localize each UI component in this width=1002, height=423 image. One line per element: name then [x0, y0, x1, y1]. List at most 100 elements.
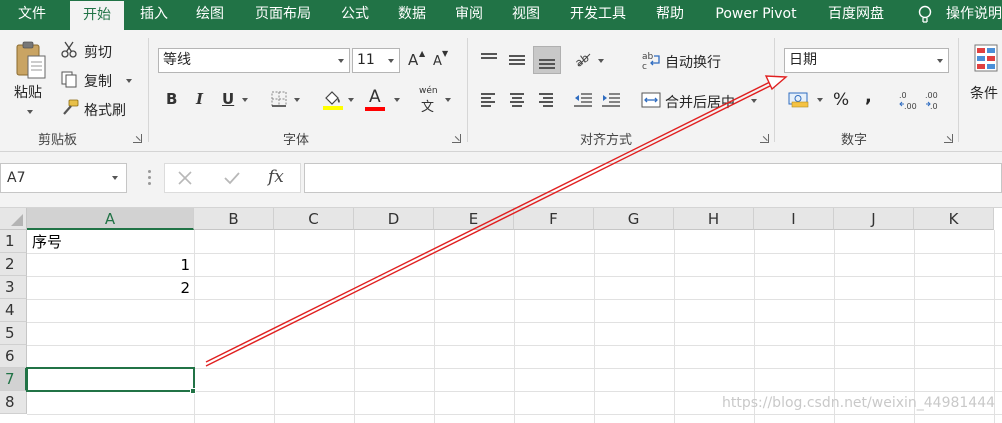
increase-font-size-button[interactable]: A — [408, 51, 418, 69]
row-header-5[interactable]: 5 — [0, 322, 27, 345]
paste-button[interactable]: 粘贴 — [14, 82, 42, 102]
formula-bar-grip[interactable] — [148, 170, 151, 186]
underline-dropdown-icon[interactable] — [242, 98, 248, 102]
align-middle-icon[interactable] — [509, 52, 525, 66]
column-header-g[interactable]: G — [594, 208, 674, 230]
tab-draw[interactable]: 绘图 — [186, 0, 234, 30]
row-header-7[interactable]: 7 — [0, 368, 27, 391]
column-header-b[interactable]: B — [194, 208, 274, 230]
tell-me-search[interactable]: 操作说明 — [946, 0, 1002, 30]
accounting-format-icon[interactable] — [788, 90, 810, 108]
select-all-button[interactable] — [0, 208, 27, 230]
decrease-decimal-icon[interactable]: .00 .0 — [924, 88, 946, 112]
cell-a3[interactable]: 2 — [30, 277, 190, 300]
row-header-4[interactable]: 4 — [0, 299, 27, 322]
align-left-icon[interactable] — [481, 93, 497, 107]
conditional-formatting-icon[interactable] — [974, 44, 998, 74]
font-color-dropdown-icon[interactable] — [394, 98, 400, 102]
tab-help[interactable]: 帮助 — [646, 0, 694, 30]
tab-view[interactable]: 视图 — [502, 0, 550, 30]
column-header-d[interactable]: D — [354, 208, 434, 230]
font-size-combo[interactable]: 11 — [352, 48, 400, 73]
font-color-button[interactable]: A — [369, 87, 381, 107]
align-top-icon[interactable] — [481, 52, 497, 66]
conditional-formatting-button[interactable]: 条件 — [970, 83, 998, 103]
tab-review[interactable]: 审阅 — [445, 0, 493, 30]
column-header-a[interactable]: A — [27, 208, 194, 230]
fill-handle[interactable] — [190, 388, 196, 394]
tab-file[interactable]: 文件 — [6, 0, 58, 30]
accounting-dropdown-icon[interactable] — [817, 98, 823, 102]
phonetic-guide-button[interactable]: 文 — [421, 96, 434, 115]
tab-formulas[interactable]: 公式 — [331, 0, 379, 30]
wrap-text-button[interactable]: 自动换行 — [665, 52, 721, 72]
increase-decimal-icon[interactable]: .0 .00 — [898, 88, 920, 112]
column-header-f[interactable]: F — [514, 208, 594, 230]
merge-center-button[interactable]: 合并后居中 — [665, 92, 735, 112]
fill-color-icon[interactable] — [322, 88, 344, 110]
column-header-j[interactable]: J — [834, 208, 914, 230]
lightbulb-icon[interactable] — [918, 5, 932, 25]
column-header-c[interactable]: C — [274, 208, 354, 230]
borders-icon[interactable] — [270, 90, 288, 108]
percent-style-button[interactable]: % — [833, 90, 849, 110]
align-center-icon[interactable] — [509, 93, 525, 107]
font-name-combo[interactable]: 等线 — [158, 48, 350, 73]
gridline — [27, 345, 1002, 346]
tab-developer[interactable]: 开发工具 — [560, 0, 636, 30]
paste-icon[interactable] — [14, 40, 48, 82]
cell-a1[interactable]: 序号 — [32, 231, 62, 254]
chevron-down-icon[interactable] — [338, 59, 344, 63]
column-header-e[interactable]: E — [434, 208, 514, 230]
merge-dropdown-icon[interactable] — [751, 99, 757, 103]
column-header-k[interactable]: K — [914, 208, 994, 230]
tab-baidu-netdisk[interactable]: 百度网盘 — [818, 0, 894, 30]
copy-dropdown-icon[interactable] — [126, 79, 132, 83]
column-header-i[interactable]: I — [754, 208, 834, 230]
column-header-h[interactable]: H — [674, 208, 754, 230]
name-box[interactable]: A7 — [0, 163, 127, 193]
number-format-combo[interactable]: 日期 — [784, 48, 949, 73]
borders-dropdown-icon[interactable] — [294, 98, 300, 102]
clipboard-launcher-icon[interactable] — [133, 134, 142, 143]
tab-home[interactable]: 开始 — [70, 1, 124, 30]
format-painter-button[interactable]: 格式刷 — [84, 100, 126, 120]
chevron-down-icon[interactable] — [112, 176, 118, 180]
bold-button[interactable]: B — [166, 90, 177, 108]
row-header-8[interactable]: 8 — [0, 391, 27, 414]
orientation-dropdown-icon[interactable] — [598, 59, 604, 63]
fill-color-dropdown-icon[interactable] — [348, 98, 354, 102]
alignment-launcher-icon[interactable] — [760, 134, 769, 143]
align-right-icon[interactable] — [537, 93, 553, 107]
increase-indent-icon[interactable] — [601, 91, 621, 109]
chevron-down-icon[interactable] — [388, 59, 394, 63]
orientation-icon[interactable]: ab — [574, 50, 594, 68]
worksheet-grid[interactable]: A B C D E F G H I J K 1 2 3 4 5 6 7 8 序号… — [0, 208, 1002, 423]
active-cell-a7[interactable] — [26, 367, 195, 392]
cut-button[interactable]: 剪切 — [84, 42, 112, 62]
row-header-3[interactable]: 3 — [0, 276, 27, 299]
row-header-1[interactable]: 1 — [0, 230, 27, 253]
cell-a2[interactable]: 1 — [30, 254, 190, 277]
tab-power-pivot[interactable]: Power Pivot — [706, 0, 806, 30]
tab-insert[interactable]: 插入 — [130, 0, 178, 30]
insert-function-button[interactable]: fx — [268, 167, 284, 187]
number-launcher-icon[interactable] — [944, 134, 953, 143]
phonetic-dropdown-icon[interactable] — [445, 98, 451, 102]
row-header-6[interactable]: 6 — [0, 345, 27, 368]
copy-button[interactable]: 复制 — [84, 71, 112, 91]
row-header-2[interactable]: 2 — [0, 253, 27, 276]
comma-style-button[interactable]: , — [865, 86, 872, 107]
decrease-indent-icon[interactable] — [573, 91, 593, 109]
chevron-down-icon[interactable] — [937, 59, 943, 63]
paste-dropdown-icon[interactable] — [27, 110, 33, 114]
formula-input[interactable] — [304, 163, 1002, 193]
underline-button[interactable]: U — [222, 90, 234, 108]
decrease-font-size-button[interactable]: A — [433, 54, 442, 69]
tab-page-layout[interactable]: 页面布局 — [245, 0, 321, 30]
font-launcher-icon[interactable] — [452, 134, 461, 143]
close-icon[interactable] — [177, 170, 193, 186]
italic-button[interactable]: I — [196, 90, 203, 108]
tab-data[interactable]: 数据 — [388, 0, 436, 30]
check-icon[interactable] — [223, 170, 241, 186]
